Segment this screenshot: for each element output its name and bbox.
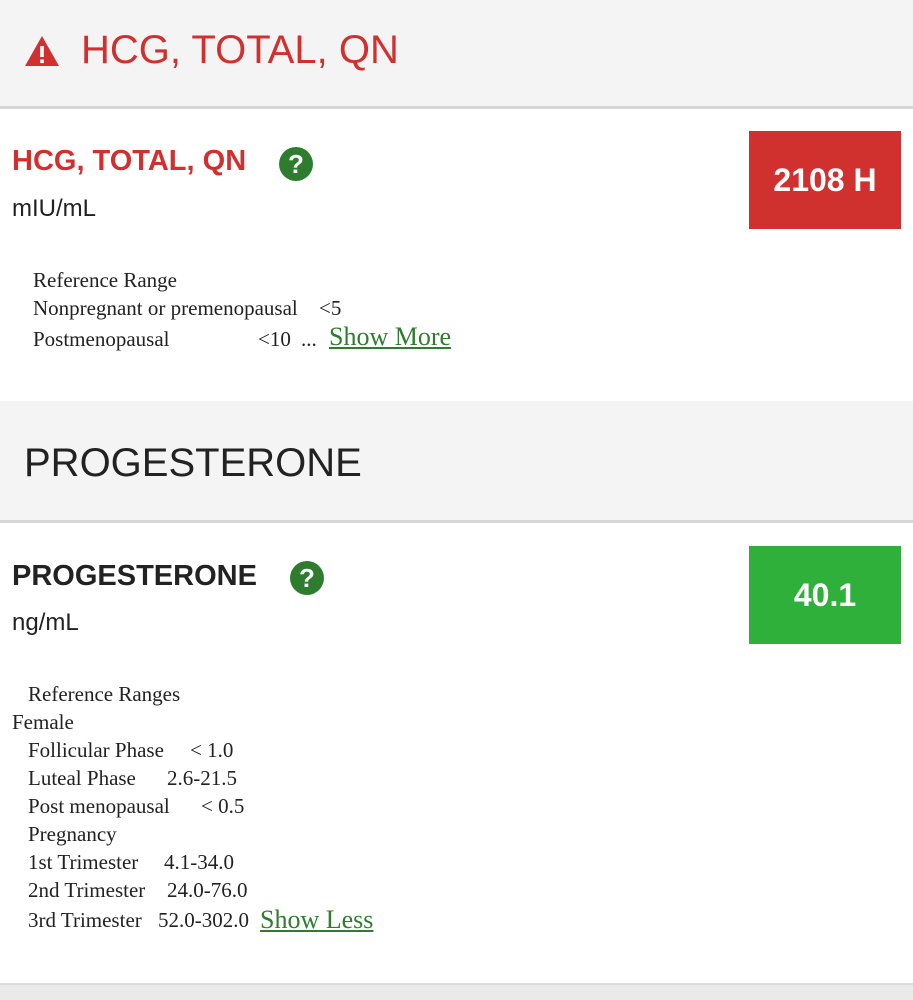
hcg-ref-label: Postmenopausal [33, 327, 170, 351]
ref-group-female: Female [12, 710, 74, 734]
ref-value: < 0.5 [201, 794, 245, 818]
ref-value: 52.0-302.0 [158, 908, 249, 932]
progesterone-result-card: PROGESTERONE ? ng/mL 40.1 Reference Rang… [0, 523, 913, 983]
ref-label: Follicular Phase [28, 738, 164, 762]
hcg-section-title: HCG, TOTAL, QN [81, 28, 399, 72]
progesterone-section-header: PROGESTERONE [0, 401, 913, 523]
ref-value: 24.0-76.0 [167, 878, 248, 902]
hcg-ref-label: Nonpregnant or premenopausal [33, 296, 298, 320]
show-less-link[interactable]: Show Less [260, 905, 373, 935]
ref-label: 3rd Trimester [28, 908, 142, 932]
progesterone-test-name: PROGESTERONE [12, 560, 257, 592]
ref-value: < 1.0 [190, 738, 234, 762]
warning-icon [25, 36, 59, 66]
ref-value: 4.1-34.0 [164, 850, 234, 874]
hcg-value-badge: 2108 H [749, 131, 901, 229]
ref-group-pregnancy: Pregnancy [28, 822, 117, 846]
progesterone-value-badge: 40.1 [749, 546, 901, 644]
ref-value: 2.6-21.5 [167, 766, 237, 790]
progesterone-ref-title: Reference Ranges [28, 682, 181, 706]
ref-label: 2nd Trimester [28, 878, 146, 902]
page-bottom-divider [0, 983, 913, 1000]
ref-label: 1st Trimester [28, 850, 139, 874]
show-more-link[interactable]: Show More [329, 322, 451, 352]
hcg-ref-value: <10 [258, 327, 291, 351]
help-icon[interactable]: ? [279, 147, 313, 181]
hcg-section-header: HCG, TOTAL, QN [0, 0, 913, 109]
progesterone-section-title: PROGESTERONE [24, 441, 362, 485]
progesterone-unit: ng/mL [12, 609, 79, 636]
hcg-ref-title: Reference Range [33, 268, 177, 292]
hcg-test-name: HCG, TOTAL, QN [12, 145, 247, 177]
help-icon[interactable]: ? [290, 561, 324, 595]
ellipsis: ... [301, 327, 317, 351]
hcg-ref-value: <5 [319, 296, 342, 320]
ref-label: Post menopausal [28, 794, 170, 818]
hcg-unit: mIU/mL [12, 195, 96, 222]
hcg-result-card: HCG, TOTAL, QN ? mIU/mL 2108 H Reference… [0, 109, 913, 401]
ref-label: Luteal Phase [28, 766, 136, 790]
